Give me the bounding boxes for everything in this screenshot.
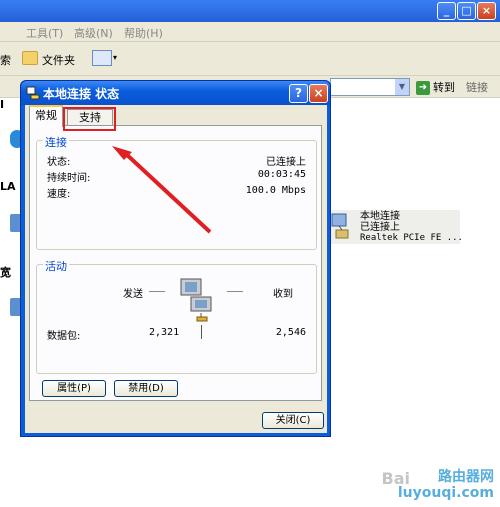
sent-packets-value: 2,321 xyxy=(149,327,180,338)
activity-group-title: 活动 xyxy=(43,258,69,274)
maximize-button[interactable]: □ xyxy=(457,2,476,20)
network-icon xyxy=(26,86,40,100)
status-value: 已连接上 xyxy=(266,157,306,168)
watermark: Bai 路由器网 luyouqi.com xyxy=(381,469,494,501)
connection-name: 本地连接 xyxy=(360,211,400,222)
go-button[interactable]: ➜ 转到 xyxy=(416,79,455,95)
address-input[interactable]: ▼ xyxy=(330,78,410,96)
close-button[interactable]: × xyxy=(477,2,496,20)
connection-group-title: 连接 xyxy=(43,134,69,150)
explorer-titlebar: _ □ × xyxy=(0,0,500,22)
received-line xyxy=(227,291,243,292)
properties-button[interactable]: 属性(P) xyxy=(42,380,106,397)
menu-tools[interactable]: 工具(T) xyxy=(26,25,63,41)
disable-button[interactable]: 禁用(D) xyxy=(114,380,178,397)
duration-label: 持续时间: xyxy=(47,173,91,184)
sent-label: 发送 xyxy=(123,289,143,300)
folders-button[interactable]: 文件夹 xyxy=(42,52,75,68)
chevron-down-icon[interactable]: ▼ xyxy=(395,79,409,95)
connection-adapter: Realtek PCIe FE ... xyxy=(360,233,463,243)
folder-icon xyxy=(22,51,38,65)
explorer-menubar: 工具(T) 高级(N) 帮助(H) xyxy=(0,22,500,64)
speed-label: 速度: xyxy=(47,189,71,200)
group-label: LA xyxy=(0,180,16,193)
dialog-title: 本地连接 状态 xyxy=(43,87,120,101)
network-connection-icon xyxy=(331,213,349,239)
speed-value: 100.0 Mbps xyxy=(245,185,306,196)
sent-line xyxy=(149,291,165,292)
network-activity-icon xyxy=(180,278,212,322)
received-label: 收到 xyxy=(273,289,293,300)
activity-group: 活动 发送 收到 数据包: 2,321 2,546 xyxy=(36,258,317,374)
connection-status-dialog: 本地连接 状态 ? × 常规 支持 连接 状态: 已连接上 持续时间: 00:0… xyxy=(20,80,331,437)
status-label: 状态: xyxy=(47,157,71,168)
menu-advanced[interactable]: 高级(N) xyxy=(74,25,113,41)
received-packets-value: 2,546 xyxy=(275,327,306,338)
go-arrow-icon: ➜ xyxy=(416,81,430,95)
local-connection-item[interactable]: 本地连接 已连接上 Realtek PCIe FE ... xyxy=(326,210,463,244)
tab-support-highlight xyxy=(63,107,116,131)
explorer-toolbar: 索 文件夹 ▾ xyxy=(0,42,500,76)
help-button[interactable]: ? xyxy=(289,84,308,103)
minimize-button[interactable]: _ xyxy=(437,2,456,20)
packets-divider xyxy=(201,325,202,339)
chevron-down-icon[interactable]: ▾ xyxy=(113,53,117,62)
packets-label: 数据包: xyxy=(47,331,81,342)
tab-general[interactable]: 常规 xyxy=(29,105,63,127)
duration-value: 00:03:45 xyxy=(257,169,306,180)
annotation-arrow-icon xyxy=(112,146,212,234)
dialog-titlebar[interactable]: 本地连接 状态 ? × xyxy=(21,81,330,105)
links-button[interactable]: 链接 xyxy=(466,79,488,95)
menu-help[interactable]: 帮助(H) xyxy=(124,25,163,41)
close-dialog-button[interactable]: 关闭(C) xyxy=(262,412,324,429)
group-label: 宽 xyxy=(0,266,11,279)
dialog-close-button[interactable]: × xyxy=(309,84,328,103)
views-icon[interactable] xyxy=(92,50,112,66)
group-label: I xyxy=(0,98,5,111)
search-button[interactable]: 索 xyxy=(0,52,11,68)
connection-status: 已连接上 xyxy=(360,222,400,233)
